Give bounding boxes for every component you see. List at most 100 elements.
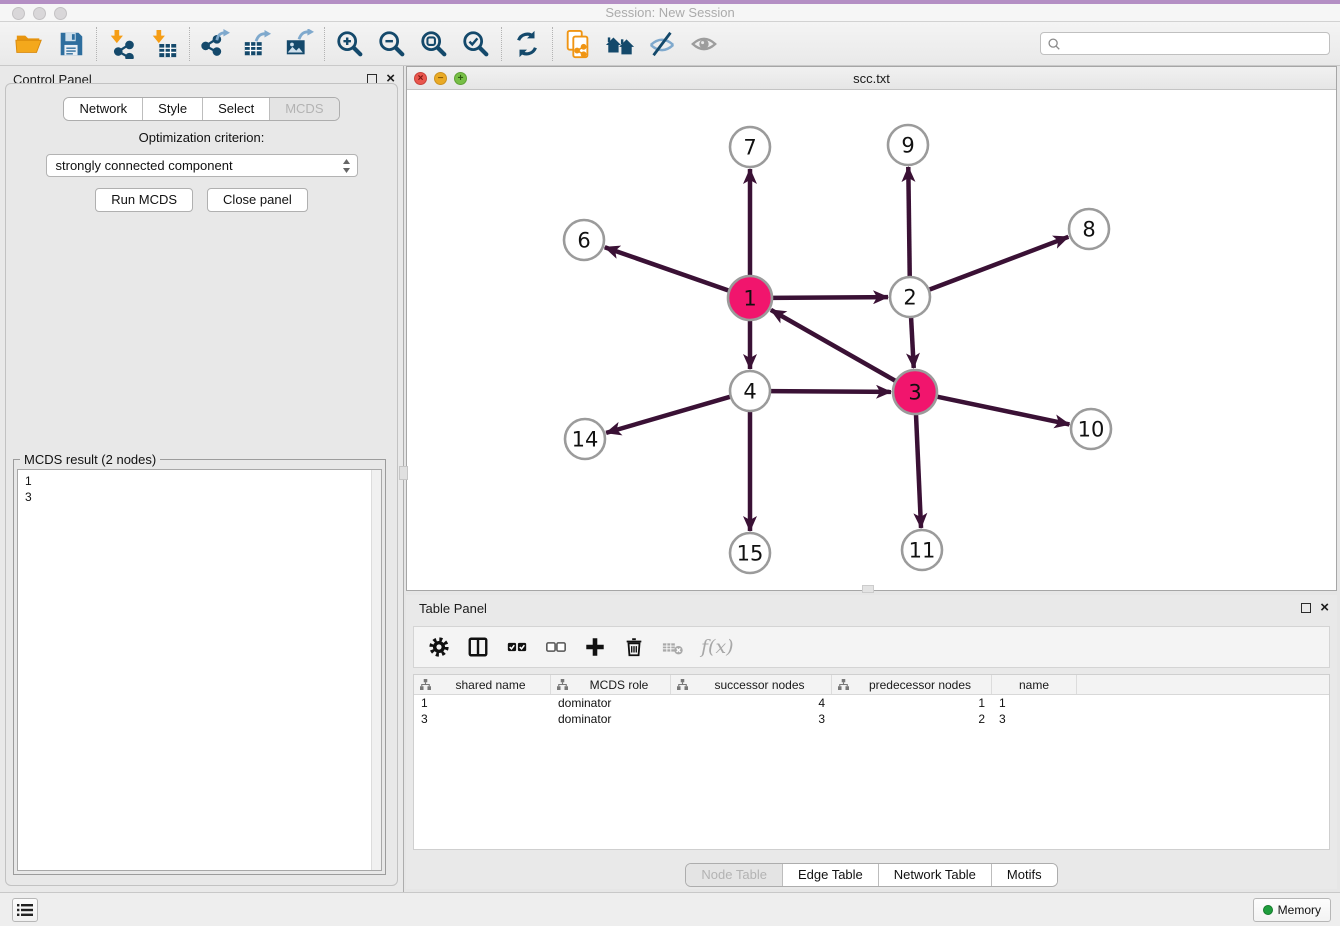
vertical-splitter-grip[interactable] xyxy=(399,466,408,480)
graph-edge-1-2[interactable] xyxy=(772,297,888,298)
search-box[interactable] xyxy=(1040,32,1330,55)
sort-icon xyxy=(420,679,431,690)
table-cell[interactable]: 3 xyxy=(414,711,551,727)
tab-style[interactable]: Style xyxy=(143,98,203,120)
table-cell[interactable]: 1 xyxy=(832,695,992,711)
criterion-dropdown[interactable]: strongly connected component xyxy=(46,154,358,177)
memory-button[interactable]: Memory xyxy=(1253,898,1331,922)
table-cell[interactable]: 3 xyxy=(992,711,1077,727)
table-cell[interactable]: dominator xyxy=(551,711,671,727)
import-table-button[interactable] xyxy=(143,25,185,63)
graph-node-label-8: 8 xyxy=(1082,218,1095,242)
add-row-button[interactable] xyxy=(584,634,606,660)
close-table-panel-icon[interactable]: × xyxy=(1320,603,1329,613)
mcds-result-line: 1 xyxy=(25,473,381,489)
column-header-label: name xyxy=(998,678,1070,692)
column-header-successor-nodes[interactable]: successor nodes xyxy=(671,675,832,694)
graph-edge-3-1[interactable] xyxy=(771,310,896,381)
tab-select[interactable]: Select xyxy=(203,98,270,120)
table-cell[interactable]: 4 xyxy=(671,695,832,711)
export-network-button[interactable] xyxy=(194,25,236,63)
export-image-button[interactable] xyxy=(278,25,320,63)
table-toolbar: f(x) xyxy=(413,626,1330,668)
save-session-button[interactable] xyxy=(50,25,92,63)
mcds-tab-content: Optimization criterion: strongly connect… xyxy=(5,83,398,886)
zoom-selected-button[interactable] xyxy=(455,25,497,63)
show-all-button[interactable] xyxy=(683,25,725,63)
table-cell[interactable]: 3 xyxy=(671,711,832,727)
table-tab-edge-table[interactable]: Edge Table xyxy=(783,864,879,886)
network-graph[interactable]: 7968124314101511 xyxy=(407,90,1336,590)
search-input[interactable] xyxy=(1065,37,1323,51)
criterion-dropdown-value: strongly connected component xyxy=(56,158,342,173)
column-header-MCDS-role[interactable]: MCDS role xyxy=(551,675,671,694)
fx-icon: f(x) xyxy=(701,636,734,658)
control-panel-tabs: NetworkStyleSelectMCDS xyxy=(0,97,403,121)
import-network-button[interactable] xyxy=(101,25,143,63)
network-window-title: scc.txt xyxy=(407,71,1336,86)
application-window: Session: New Session xyxy=(0,0,1340,926)
table-row[interactable]: 1dominator411 xyxy=(414,695,1329,711)
select-all-button[interactable] xyxy=(506,634,528,660)
table-tab-motifs[interactable]: Motifs xyxy=(992,864,1057,886)
table-tab-node-table[interactable]: Node Table xyxy=(686,864,783,886)
column-header-label: MCDS role xyxy=(574,678,664,692)
mcds-result-textarea[interactable]: 13 xyxy=(17,469,382,871)
window-title: Session: New Session xyxy=(0,5,1340,20)
zoom-fit-button[interactable] xyxy=(413,25,455,63)
zoom-in-button[interactable] xyxy=(329,25,371,63)
horizontal-splitter-grip[interactable] xyxy=(862,585,874,593)
sort-icon xyxy=(557,679,568,690)
graph-edge-2-9[interactable] xyxy=(908,167,909,277)
open-folder-icon xyxy=(14,29,44,59)
function-builder-button[interactable]: f(x) xyxy=(701,634,734,660)
deselect-all-button[interactable] xyxy=(545,634,567,660)
memory-label: Memory xyxy=(1278,903,1321,917)
graph-edge-4-14[interactable] xyxy=(606,397,731,433)
table-settings-button[interactable] xyxy=(428,634,450,660)
table-cell[interactable]: 1 xyxy=(414,695,551,711)
column-header-name[interactable]: name xyxy=(992,675,1077,694)
open-session-button[interactable] xyxy=(8,25,50,63)
graph-edge-1-6[interactable] xyxy=(605,247,729,290)
table-cell[interactable]: 2 xyxy=(832,711,992,727)
float-table-panel-icon[interactable] xyxy=(1301,603,1311,613)
tab-mcds[interactable]: MCDS xyxy=(270,98,338,120)
select-all-icon xyxy=(506,636,528,658)
tab-network[interactable]: Network xyxy=(64,98,143,120)
column-header-label: shared name xyxy=(437,678,544,692)
first-neighbors-button[interactable] xyxy=(599,25,641,63)
graph-edge-3-11[interactable] xyxy=(916,414,921,528)
delete-row-button[interactable] xyxy=(623,634,645,660)
zoom-out-button[interactable] xyxy=(371,25,413,63)
graph-edge-2-8[interactable] xyxy=(929,237,1069,290)
table-cell[interactable]: 1 xyxy=(992,695,1077,711)
refresh-button[interactable] xyxy=(506,25,548,63)
list-icon xyxy=(17,903,33,917)
table-tab-network-table[interactable]: Network Table xyxy=(879,864,992,886)
hide-selected-button[interactable] xyxy=(641,25,683,63)
column-header-shared-name[interactable]: shared name xyxy=(414,675,551,694)
mcds-result-line: 3 xyxy=(25,489,381,505)
show-columns-button[interactable] xyxy=(467,634,489,660)
run-mcds-button[interactable]: Run MCDS xyxy=(95,188,193,212)
table-row[interactable]: 3dominator323 xyxy=(414,711,1329,727)
graph-node-label-7: 7 xyxy=(743,136,756,160)
column-header-label: successor nodes xyxy=(694,678,825,692)
table-panel-header: Table Panel × xyxy=(406,595,1337,621)
network-window-titlebar[interactable]: × − + scc.txt xyxy=(407,67,1336,90)
graph-edge-3-10[interactable] xyxy=(937,397,1070,425)
main-toolbar xyxy=(0,22,1340,66)
table-cell[interactable]: dominator xyxy=(551,695,671,711)
export-table-button[interactable] xyxy=(236,25,278,63)
mcds-result-group: MCDS result (2 nodes) 13 xyxy=(13,459,386,875)
graph-edge-2-3[interactable] xyxy=(911,317,914,368)
delete-table-button[interactable] xyxy=(662,634,684,660)
table-tabs: Node TableEdge TableNetwork TableMotifs xyxy=(406,863,1337,887)
graph-edge-4-3[interactable] xyxy=(770,391,891,392)
column-header-predecessor-nodes[interactable]: predecessor nodes xyxy=(832,675,992,694)
task-history-button[interactable] xyxy=(12,898,38,922)
result-scrollbar[interactable] xyxy=(371,470,381,870)
clone-network-button[interactable] xyxy=(557,25,599,63)
close-panel-button[interactable]: Close panel xyxy=(207,188,308,212)
